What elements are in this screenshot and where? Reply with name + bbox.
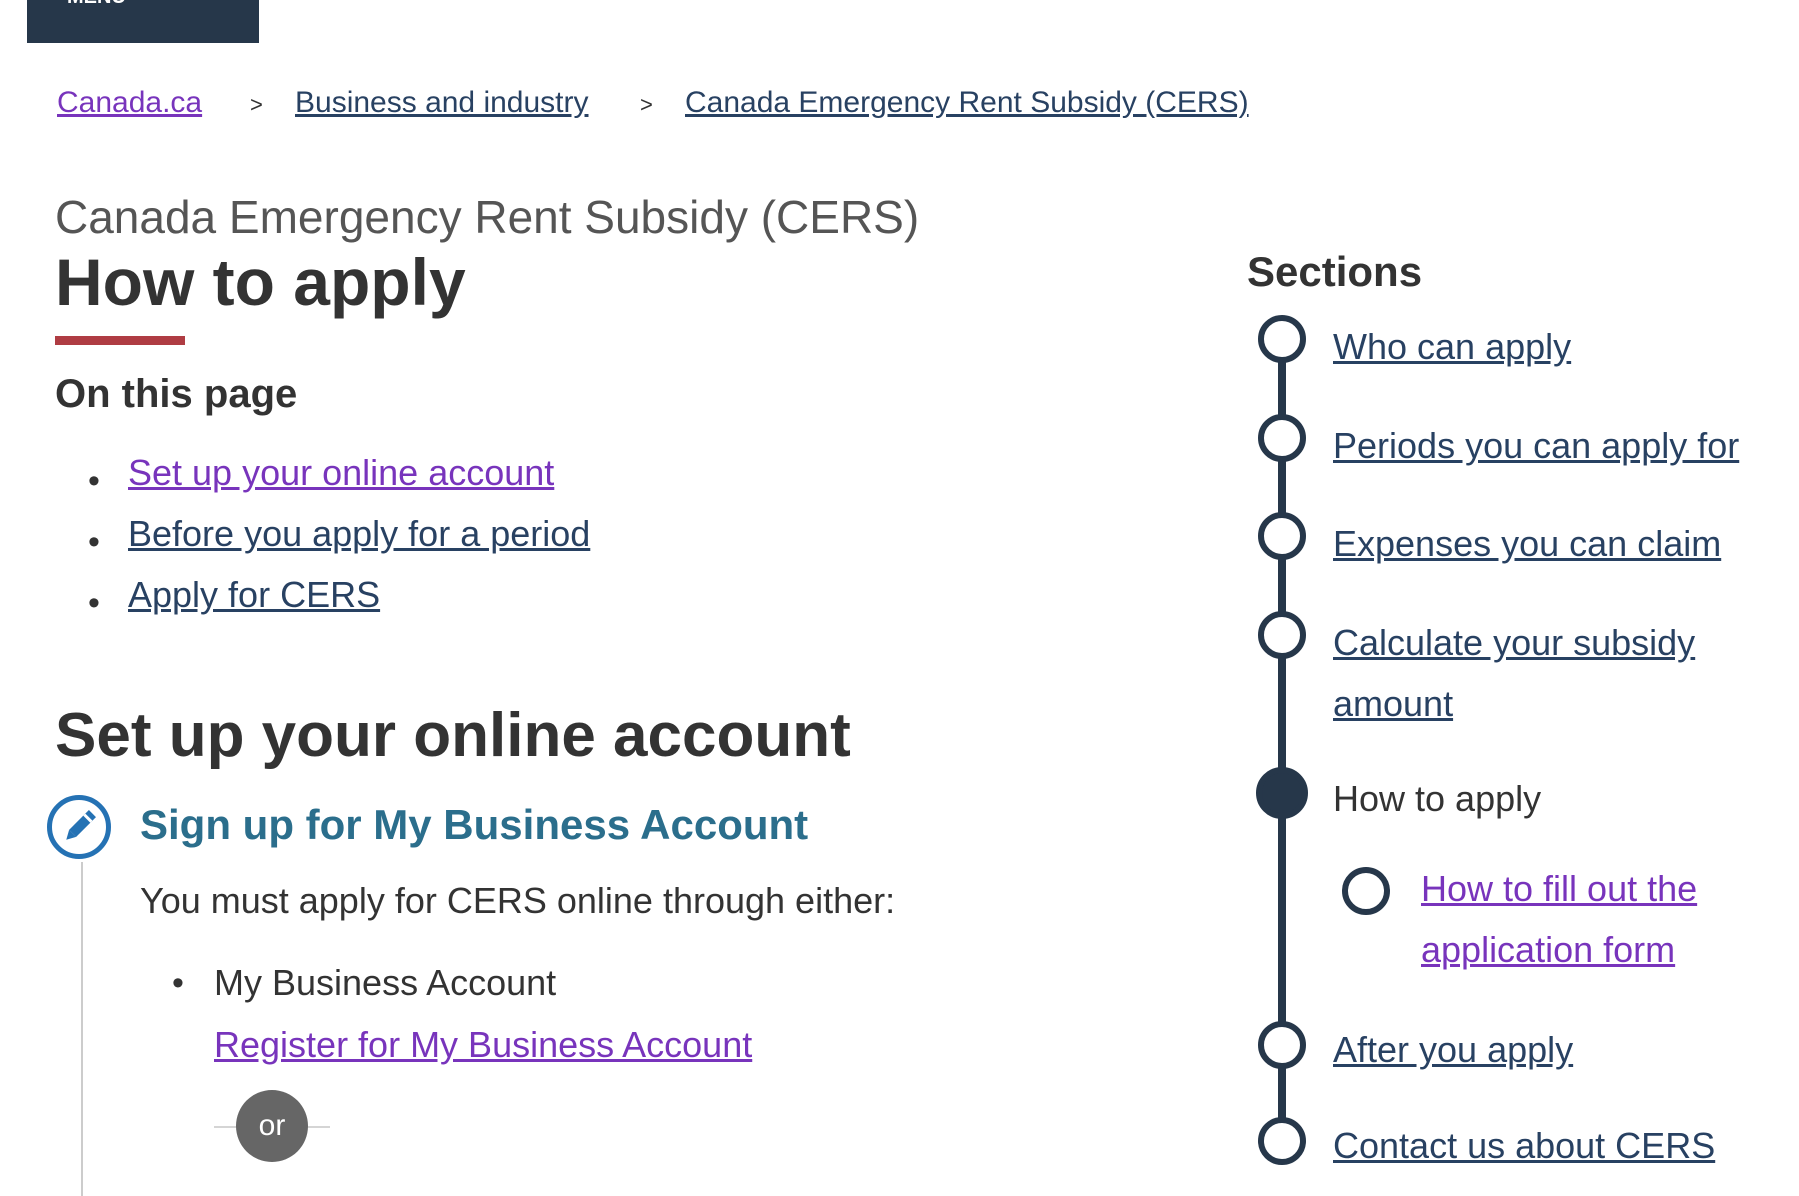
step-connector	[81, 862, 83, 1196]
page-subtitle: Canada Emergency Rent Subsidy (CERS)	[55, 191, 920, 243]
option-my-business-account: My Business Account	[214, 962, 557, 1003]
bullet: •	[172, 964, 184, 1002]
breadcrumb-business[interactable]: Business and industry	[295, 86, 589, 120]
timeline-node	[1258, 611, 1306, 659]
timeline-node-current	[1256, 767, 1308, 819]
sidebar-item-periods[interactable]: Periods you can apply for	[1333, 415, 1739, 477]
sidebar-item-contact-us[interactable]: Contact us about CERS	[1333, 1115, 1715, 1177]
sidebar-item-calculate-line2[interactable]: amount	[1333, 673, 1453, 735]
timeline-subnode	[1342, 867, 1390, 915]
sidebar-item-fill-out-form[interactable]: How to fill out the	[1421, 858, 1697, 920]
sidebar-item-expenses[interactable]: Expenses you can claim	[1333, 513, 1721, 575]
sidebar-item-calculate[interactable]: Calculate your subsidy	[1333, 612, 1695, 674]
breadcrumb-canada[interactable]: Canada.ca	[57, 86, 202, 120]
timeline-node	[1258, 1021, 1306, 1069]
sidebar-item-after-you-apply[interactable]: After you apply	[1333, 1019, 1573, 1081]
breadcrumb-cers[interactable]: Canada Emergency Rent Subsidy (CERS)	[685, 86, 1249, 120]
timeline-node	[1258, 1117, 1306, 1165]
timeline-node	[1258, 315, 1306, 363]
title-underline	[55, 336, 185, 345]
sidebar-item-fill-out-form-line2[interactable]: application form	[1421, 919, 1675, 981]
sidebar-item-how-to-apply: How to apply	[1333, 778, 1542, 819]
page-title: How to apply	[55, 245, 466, 319]
sections-heading: Sections	[1247, 248, 1423, 295]
pencil-icon	[47, 795, 111, 859]
section-heading: Set up your online account	[55, 701, 851, 770]
bullet: •	[88, 462, 100, 500]
breadcrumb-separator: >	[250, 92, 263, 117]
breadcrumb-separator: >	[640, 92, 653, 117]
link-set-up-online-account[interactable]: Set up your online account	[128, 452, 554, 494]
or-badge: or	[236, 1090, 308, 1162]
register-my-business-account-link[interactable]: Register for My Business Account	[214, 1024, 752, 1066]
sidebar-item-who-can-apply[interactable]: Who can apply	[1333, 316, 1571, 378]
step-title: Sign up for My Business Account	[140, 801, 809, 848]
bullet: •	[88, 523, 100, 561]
timeline-node	[1258, 414, 1306, 462]
bullet: •	[88, 584, 100, 622]
menu-label: MENU	[67, 0, 126, 9]
on-this-page-heading: On this page	[55, 372, 298, 416]
step-description: You must apply for CERS online through e…	[140, 880, 896, 921]
link-apply-for-cers[interactable]: Apply for CERS	[128, 574, 380, 616]
menu-button[interactable]: MENU	[27, 0, 259, 43]
timeline-node	[1258, 512, 1306, 560]
link-before-you-apply[interactable]: Before you apply for a period	[128, 513, 590, 555]
